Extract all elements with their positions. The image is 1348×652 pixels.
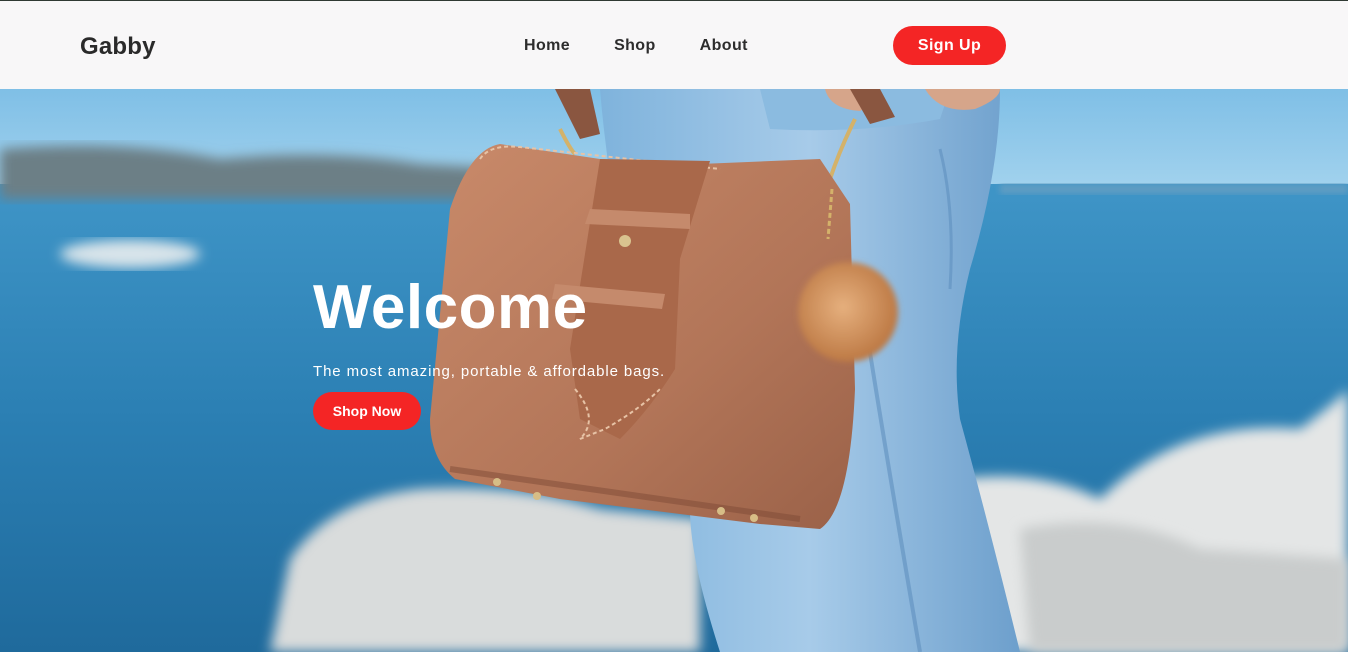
navbar: Gabby Home Shop About Sign Up <box>0 1 1348 89</box>
nav-about-link[interactable]: About <box>700 37 748 55</box>
hero-background-image <box>0 89 1348 652</box>
hero-title: Welcome <box>313 273 588 342</box>
hero-subtitle: The most amazing, portable & affordable … <box>313 363 666 380</box>
nav-home-link[interactable]: Home <box>524 37 570 55</box>
shop-now-button[interactable]: Shop Now <box>313 392 421 430</box>
hero-section: Welcome The most amazing, portable & aff… <box>0 89 1348 652</box>
nav-links: Home Shop About <box>524 37 792 55</box>
top-border <box>0 0 1348 1</box>
brand-logo[interactable]: Gabby <box>80 33 156 61</box>
sign-up-button[interactable]: Sign Up <box>893 26 1006 65</box>
nav-shop-link[interactable]: Shop <box>614 37 656 55</box>
hero-text-block: Welcome The most amazing, portable & aff… <box>313 275 665 430</box>
